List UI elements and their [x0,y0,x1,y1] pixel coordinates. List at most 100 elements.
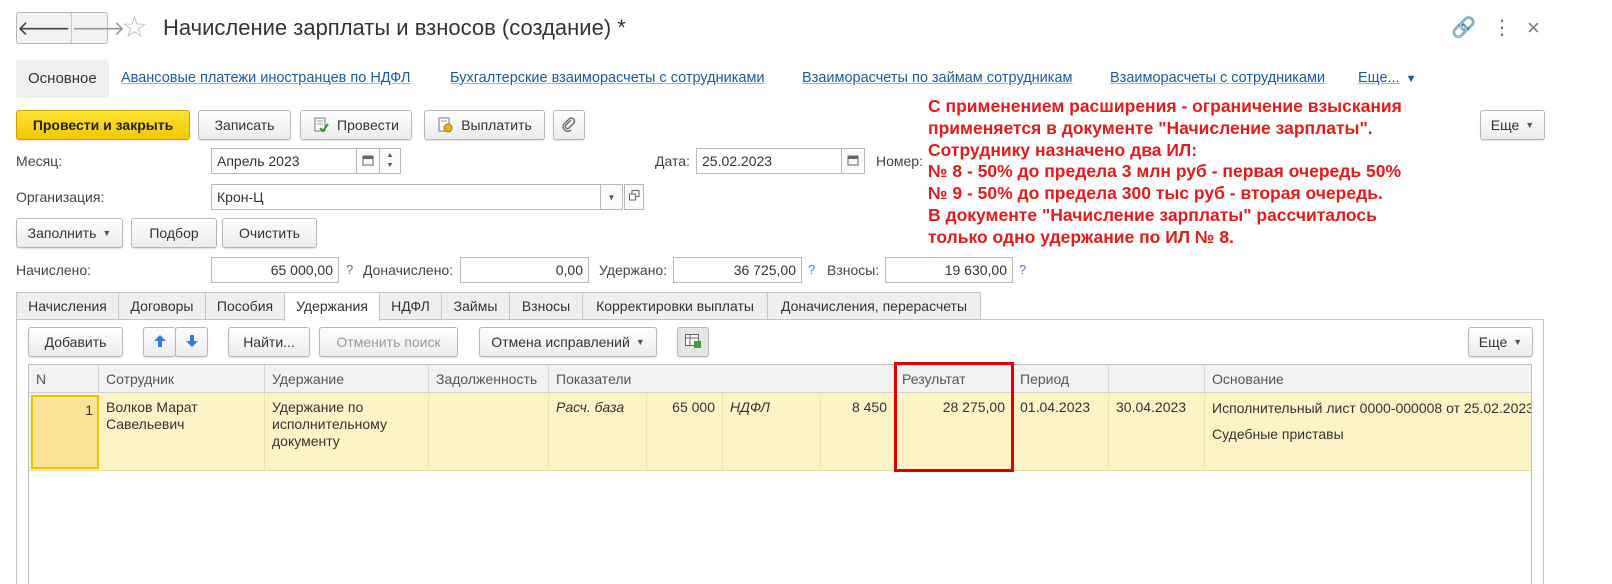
date-field[interactable]: 25.02.2023 [696,148,842,174]
debt-cell[interactable] [429,393,549,471]
column-header-n[interactable]: N [29,365,99,393]
organization-dropdown-button[interactable]: ▼ [600,184,623,210]
fill-button-label: Заполнить [27,225,97,241]
paperclip-icon [561,116,577,135]
month-field[interactable]: Апрель 2023 [211,148,357,174]
dropdown-triangle-icon: ▼ [1405,73,1417,85]
arrow-down-icon [185,334,199,351]
tab-loans[interactable]: Займы [441,292,510,319]
chevron-down-icon: ▼ [102,228,112,238]
annotation-line: С применением расширения - ограничение в… [928,96,1402,116]
accrued-help-icon[interactable]: ? [346,262,353,277]
deductions-table: N Сотрудник Удержание Задолженность Пока… [28,364,1532,584]
annotation-line: Сотруднику назначено два ИЛ: [928,139,1198,160]
column-header-basis[interactable]: Основание [1205,365,1531,393]
attach-button[interactable] [553,110,585,140]
column-header-period[interactable]: Период [1013,365,1109,393]
employee-cell[interactable]: Волков Марат Савельевич [99,393,265,471]
annotation-line: только одно удержание по ИЛ № 8. [928,226,1234,247]
date-calendar-button[interactable] [841,148,865,174]
tab-benefits[interactable]: Пособия [205,292,285,319]
forward-arrow-icon[interactable]: 🡒 [70,13,125,43]
select-button[interactable]: Подбор [131,218,217,248]
grid-more-button[interactable]: Еще ▼ [1468,327,1533,357]
tab-accruals[interactable]: Начисления [16,292,119,319]
organization-open-button[interactable] [624,184,644,210]
post-button[interactable]: Провести [300,110,412,140]
additional-label: Доначислено: [363,262,454,278]
table-settings-button[interactable] [677,327,709,357]
chevron-down-icon: ▼ [1525,120,1535,130]
cancel-corrections-label: Отмена исправлений [491,334,630,350]
contributions-help-icon[interactable]: ? [1019,262,1026,277]
post-document-icon [313,117,329,133]
more-actions-label: Еще [1490,117,1520,133]
column-header-indicators[interactable]: Показатели [549,365,895,393]
move-down-button[interactable] [175,327,208,357]
withheld-help-icon[interactable]: ? [808,262,815,277]
annotation-text: С применением расширения - ограничение в… [928,96,1402,249]
section-main[interactable]: Основное [16,60,109,98]
accrued-value: 65 000,00 [211,257,339,283]
tab-ndfl[interactable]: НДФЛ [379,292,442,319]
organization-label: Организация: [16,189,105,205]
tab-payment-corrections[interactable]: Корректировки выплаты [582,292,768,319]
calendar-icon [847,154,859,169]
pay-document-icon [437,117,453,133]
clear-button[interactable]: Очистить [222,218,317,248]
deduction-cell[interactable]: Удержание по исполнительному документу [265,393,429,471]
month-calendar-button[interactable] [356,148,380,174]
spinner-down-icon[interactable]: ▼ [387,161,394,171]
cancel-search-button[interactable]: Отменить поиск [319,327,458,357]
tab-contributions[interactable]: Взносы [509,292,583,319]
tab-additional-accruals[interactable]: Доначисления, перерасчеты [767,292,981,319]
spinner-up-icon[interactable]: ▲ [387,151,394,161]
result-highlight-box [894,362,1014,472]
column-header-employee[interactable]: Сотрудник [99,365,265,393]
period-start-cell[interactable]: 01.04.2023 [1013,393,1109,471]
section-more-link[interactable]: Еще... ▼ [1358,70,1416,86]
find-button[interactable]: Найти... [228,327,310,357]
indicator-1-name-cell[interactable]: Расч. база [549,393,647,471]
tab-contracts[interactable]: Договоры [118,292,206,319]
deduction-line: документу [272,433,340,449]
column-header-period-end[interactable] [1109,365,1205,393]
month-spinner[interactable]: ▲ ▼ [379,148,401,174]
grid-more-label: Еще [1478,334,1508,350]
indicator-2-name-cell[interactable]: НДФЛ [723,393,821,471]
annotation-line: № 9 - 50% до предела 300 тыс руб - втора… [928,183,1383,204]
link-icon[interactable]: 🔗 [1451,16,1476,40]
add-row-button[interactable]: Добавить [28,327,123,357]
employee-name-line: Волков Марат [106,399,198,415]
indicator-1-value-cell[interactable]: 65 000 [647,393,723,471]
close-icon[interactable]: × [1527,16,1540,40]
number-label: Номер: [876,153,923,169]
chevron-down-icon: ▼ [1513,337,1523,347]
basis-cell[interactable]: Исполнительный лист 0000-000008 от 25.02… [1205,393,1531,471]
column-header-debt[interactable]: Задолженность [429,365,549,393]
favorite-star-icon[interactable]: ☆ [121,12,148,44]
move-up-button[interactable] [143,327,176,357]
indicator-2-value-cell[interactable]: 8 450 [821,393,895,471]
save-button[interactable]: Записать [198,110,291,140]
organization-field[interactable]: Крон-Ц [211,184,601,210]
section-link-advance-ndfl[interactable]: Авансовые платежи иностранцев по НДФЛ [121,70,410,86]
nav-buttons: 🡐 🡒 [16,12,125,44]
section-link-accounting-settlements[interactable]: Бухгалтерские взаиморасчеты с сотрудника… [450,70,765,86]
more-actions-button[interactable]: Еще ▼ [1480,110,1545,140]
section-link-loan-settlements[interactable]: Взаиморасчеты по займам сотрудникам [802,70,1072,86]
row-number-cell[interactable]: 1 [31,395,99,469]
post-and-close-button[interactable]: Провести и закрыть [16,110,190,140]
column-header-deduction[interactable]: Удержание [265,365,429,393]
pay-button[interactable]: Выплатить [424,110,545,140]
section-link-employee-settlements[interactable]: Взаиморасчеты с сотрудниками [1110,70,1325,86]
withheld-value: 36 725,00 [673,257,802,283]
period-end-cell[interactable]: 30.04.2023 [1109,393,1205,471]
cancel-corrections-button[interactable]: Отмена исправлений ▼ [479,327,657,357]
annotation-line: В документе "Начисление зарплаты" рассчи… [928,204,1377,225]
back-arrow-icon[interactable]: 🡐 [17,13,71,43]
open-window-icon [628,190,640,204]
fill-button[interactable]: Заполнить ▼ [16,218,123,248]
more-vertical-icon[interactable]: ⋮ [1492,16,1512,40]
tab-deductions[interactable]: Удержания [284,292,380,321]
